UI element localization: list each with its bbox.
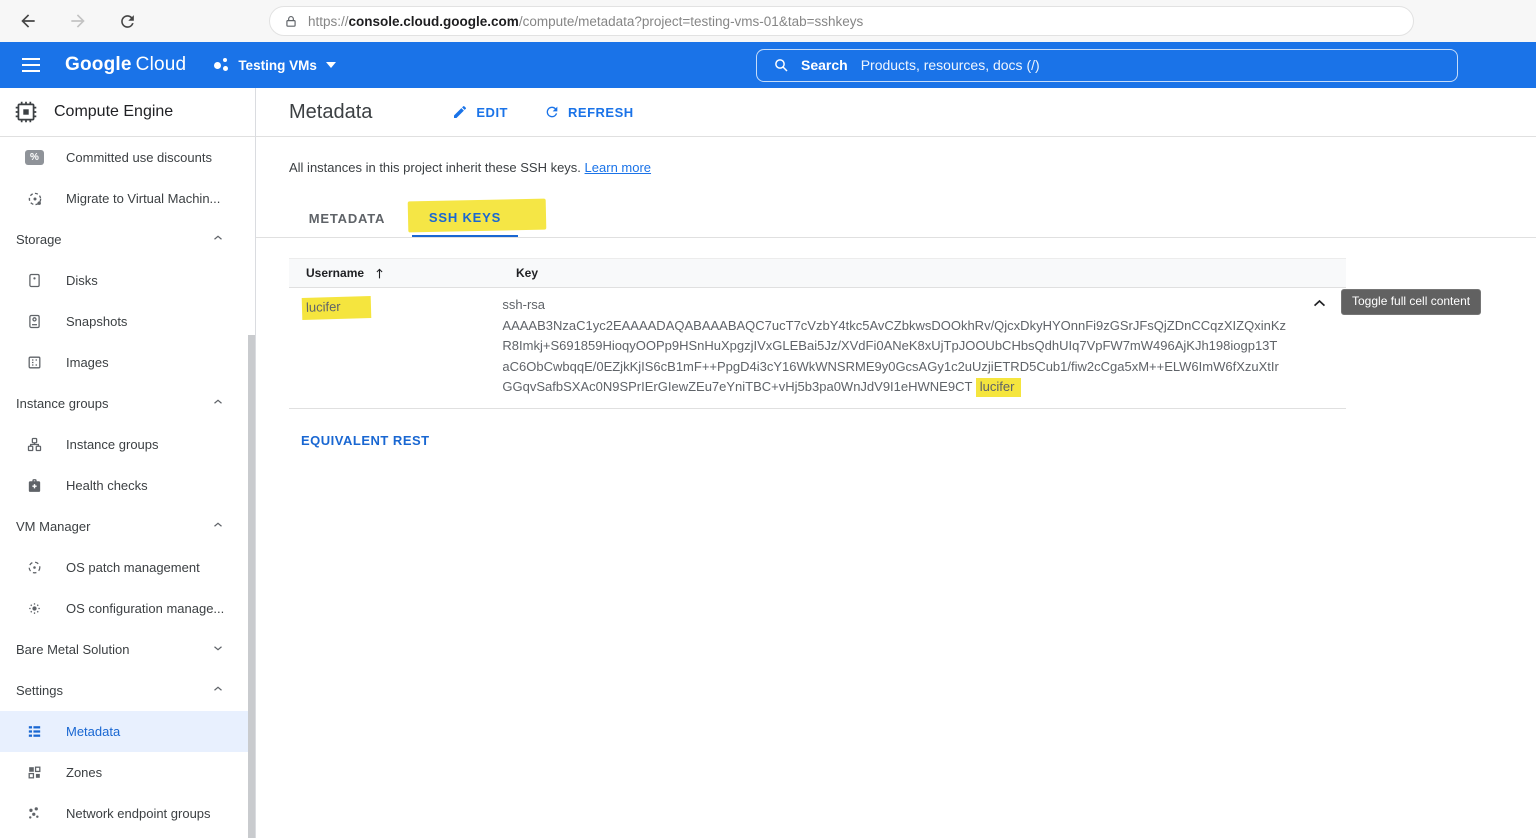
product-header[interactable]: Compute Engine bbox=[0, 88, 255, 137]
sidebar-item-os-patch-management[interactable]: OS patch management bbox=[0, 547, 255, 588]
compute-engine-icon bbox=[15, 101, 37, 123]
chevron-up-icon bbox=[212, 682, 224, 700]
table-header: Username Key bbox=[289, 258, 1346, 288]
action-bar: Metadata EDIT REFRESH bbox=[256, 88, 1536, 137]
sidebar-section-instance-groups[interactable]: Instance groups bbox=[0, 383, 255, 424]
page-url: https://console.cloud.google.com/compute… bbox=[308, 13, 864, 29]
equivalent-rest-button[interactable]: EQUIVALENT REST bbox=[301, 433, 430, 448]
sidebar-item-health-checks[interactable]: Health checks bbox=[0, 465, 255, 506]
gcp-header: Google Cloud Testing VMs Search Products,… bbox=[0, 42, 1536, 88]
forward-arrow-icon bbox=[71, 14, 85, 28]
column-header-username[interactable]: Username bbox=[289, 266, 516, 280]
chevron-up-icon bbox=[212, 231, 224, 249]
metadata-icon bbox=[25, 723, 44, 740]
highlighted-username: lucifer bbox=[301, 296, 371, 320]
chevron-down-icon bbox=[212, 641, 224, 659]
product-title: Compute Engine bbox=[54, 103, 174, 120]
lock-icon bbox=[286, 15, 296, 27]
browser-chrome: https://console.cloud.google.com/compute… bbox=[0, 0, 1536, 42]
sidebar-item-migrate-to-vm[interactable]: Migrate to Virtual Machin... bbox=[0, 178, 255, 219]
learn-more-link[interactable]: Learn more bbox=[585, 160, 651, 175]
chevron-up-icon bbox=[212, 518, 224, 536]
sidebar-section-vm-manager[interactable]: VM Manager bbox=[0, 506, 255, 547]
ssh-keys-table: Username Key lucifer ssh-rsa AAAAB3NzaC1… bbox=[289, 258, 1346, 409]
address-bar[interactable]: https://console.cloud.google.com/compute… bbox=[269, 6, 1414, 36]
health-checks-icon bbox=[25, 477, 44, 494]
sort-ascending-icon bbox=[376, 268, 383, 278]
project-switcher[interactable]: Testing VMs bbox=[214, 57, 336, 73]
edit-button[interactable]: EDIT bbox=[452, 104, 508, 120]
highlighted-key-comment: lucifer bbox=[975, 378, 1022, 398]
os-patch-icon bbox=[25, 559, 44, 576]
username-cell: lucifer bbox=[289, 295, 502, 398]
percent-icon: % bbox=[25, 150, 44, 165]
tab-ssh-keys[interactable]: SSH KEYS bbox=[407, 198, 547, 237]
browser-back-button[interactable] bbox=[18, 11, 38, 31]
sidebar: Compute Engine % Committed use discounts… bbox=[0, 88, 256, 838]
search-input[interactable]: Search Products, resources, docs (/) bbox=[756, 48, 1458, 82]
sidebar-section-settings[interactable]: Settings bbox=[0, 670, 255, 711]
main-content: Metadata EDIT REFRESH All instances in t… bbox=[256, 88, 1536, 838]
table-row: lucifer ssh-rsa AAAAB3NzaC1yc2EAAAADAQAB… bbox=[289, 288, 1346, 409]
sidebar-item-disks[interactable]: Disks bbox=[0, 260, 255, 301]
sidebar-section-bare-metal[interactable]: Bare Metal Solution bbox=[0, 629, 255, 670]
search-placeholder: Products, resources, docs (/) bbox=[860, 57, 1040, 73]
snapshot-icon bbox=[25, 313, 44, 330]
disk-icon bbox=[25, 272, 44, 289]
zones-icon bbox=[25, 764, 44, 781]
instance-groups-icon bbox=[25, 436, 44, 453]
sidebar-item-instance-groups[interactable]: Instance groups bbox=[0, 424, 255, 465]
chevron-down-icon bbox=[325, 62, 336, 68]
chevron-up-icon bbox=[1313, 299, 1326, 307]
sidebar-item-images[interactable]: Images bbox=[0, 342, 255, 383]
tab-bar: METADATA SSH KEYS bbox=[256, 198, 1536, 238]
pencil-icon bbox=[454, 105, 467, 118]
inherit-keys-description: All instances in this project inherit th… bbox=[289, 160, 652, 175]
project-icon bbox=[214, 57, 229, 73]
toggle-cell-tooltip: Toggle full cell content bbox=[1341, 289, 1482, 315]
migrate-icon bbox=[25, 190, 44, 208]
google-cloud-logo[interactable]: Google Cloud bbox=[65, 54, 186, 76]
network-endpoint-groups-icon bbox=[25, 805, 44, 822]
sidebar-item-network-endpoint-groups[interactable]: Network endpoint groups bbox=[0, 793, 255, 834]
refresh-button[interactable]: REFRESH bbox=[544, 104, 634, 120]
tab-metadata[interactable]: METADATA bbox=[302, 199, 392, 237]
refresh-icon bbox=[546, 106, 558, 118]
sidebar-item-committed-use-discounts[interactable]: % Committed use discounts bbox=[0, 137, 255, 178]
column-header-key: Key bbox=[516, 266, 539, 280]
back-arrow-icon bbox=[21, 14, 35, 28]
page-title: Metadata bbox=[289, 100, 373, 123]
sidebar-item-metadata[interactable]: Metadata bbox=[0, 711, 255, 752]
os-config-icon bbox=[25, 600, 44, 617]
key-cell: ssh-rsa AAAAB3NzaC1yc2EAAAADAQABAAABAQC7… bbox=[502, 295, 1346, 398]
toggle-cell-content-button[interactable] bbox=[1311, 295, 1328, 312]
reload-icon bbox=[121, 14, 134, 28]
search-icon bbox=[775, 59, 788, 72]
sidebar-scrollbar[interactable] bbox=[248, 335, 255, 838]
sidebar-item-os-configuration[interactable]: OS configuration manage... bbox=[0, 588, 255, 629]
menu-button[interactable] bbox=[22, 58, 40, 72]
images-icon bbox=[25, 354, 44, 371]
sidebar-item-snapshots[interactable]: Snapshots bbox=[0, 301, 255, 342]
search-label: Search bbox=[801, 57, 848, 73]
browser-forward-button[interactable] bbox=[68, 11, 88, 31]
project-name: Testing VMs bbox=[238, 57, 317, 73]
browser-refresh-button[interactable] bbox=[118, 12, 137, 31]
sidebar-section-storage[interactable]: Storage bbox=[0, 219, 255, 260]
chevron-up-icon bbox=[212, 395, 224, 413]
sidebar-item-zones[interactable]: Zones bbox=[0, 752, 255, 793]
